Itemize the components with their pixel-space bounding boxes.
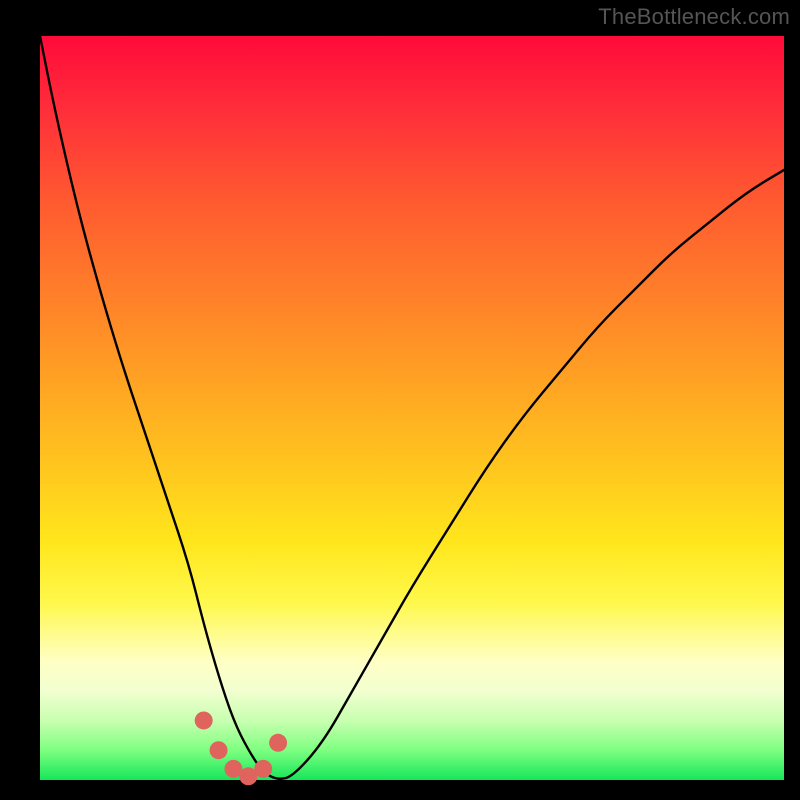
curve-marker-group [195,711,287,785]
plot-area [40,36,784,780]
curve-marker [210,741,228,759]
curve-marker [269,734,287,752]
chart-canvas: TheBottleneck.com [0,0,800,800]
curve-marker [195,711,213,729]
chart-svg [40,36,784,780]
watermark-text: TheBottleneck.com [598,4,790,30]
bottleneck-curve [40,36,784,779]
curve-marker [254,760,272,778]
